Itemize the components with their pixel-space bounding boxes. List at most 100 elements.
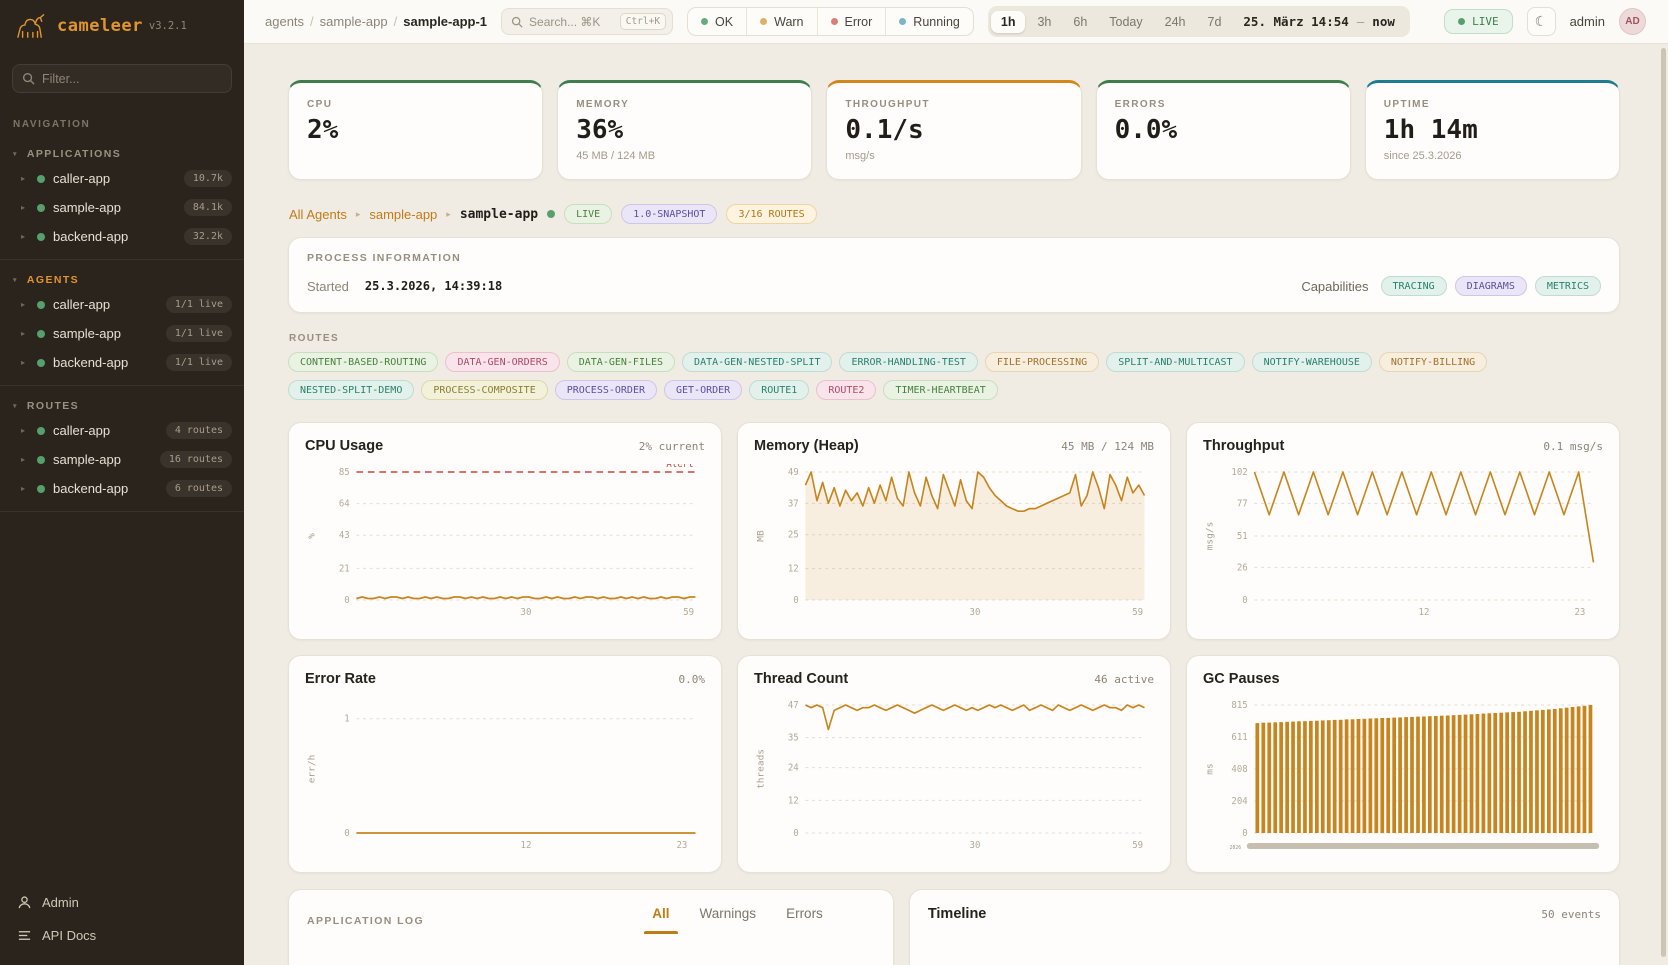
- application-log-title: APPLICATION LOG: [307, 915, 424, 927]
- log-tab-warnings[interactable]: Warnings: [700, 906, 757, 934]
- kpi-label: THROUGHPUT: [845, 99, 1062, 110]
- status-filter-ok[interactable]: OK: [688, 8, 747, 35]
- agent-crumb-all-agents[interactable]: All Agents: [289, 207, 347, 222]
- status-filter-warn[interactable]: Warn: [747, 8, 817, 35]
- route-badge-timer-heartbeat[interactable]: TIMER-HEARTBEAT: [883, 380, 997, 400]
- route-badge-get-order[interactable]: GET-ORDER: [664, 380, 742, 400]
- chart-title: CPU Usage: [305, 438, 383, 454]
- agent-badge-live: LIVE: [564, 204, 612, 224]
- item-label: sample-app: [53, 326, 158, 341]
- chart-title: GC Pauses: [1203, 671, 1280, 687]
- chart-current-value: 0.1 msg/s: [1543, 440, 1603, 453]
- status-filter-running[interactable]: Running: [886, 8, 973, 35]
- route-badge-nested-split-demo[interactable]: NESTED-SPLIT-DEMO: [288, 380, 414, 400]
- app-logo[interactable]: cameleer v3.2.1: [0, 0, 244, 50]
- item-badge: 1/1 live: [166, 354, 232, 371]
- chart-plot-thread-count: 012243547threads3059: [754, 697, 1154, 853]
- status-dot-icon: [37, 485, 45, 493]
- item-label: sample-app: [53, 200, 176, 215]
- avatar[interactable]: AD: [1619, 8, 1646, 35]
- svg-text:815: 815: [1231, 700, 1247, 711]
- vertical-scrollbar[interactable]: [1661, 48, 1666, 957]
- sidebar-section-header-routes[interactable]: ▾ROUTES: [0, 396, 244, 416]
- dark-mode-toggle[interactable]: ☾: [1527, 7, 1556, 36]
- chart-current-value: 45 MB / 124 MB: [1061, 440, 1154, 453]
- route-badge-data-gen-files[interactable]: DATA-GEN-FILES: [567, 352, 675, 372]
- search-icon: [22, 72, 35, 85]
- sidebar-section-header-agents[interactable]: ▾AGENTS: [0, 270, 244, 290]
- breadcrumb-agents[interactable]: agents: [265, 14, 304, 29]
- sidebar-item-agents-caller-app[interactable]: ▸caller-app1/1 live: [0, 290, 244, 319]
- status-filter-label: Running: [913, 15, 960, 29]
- svg-text:12: 12: [521, 840, 532, 851]
- sidebar-item-applications-caller-app[interactable]: ▸caller-app10.7k: [0, 164, 244, 193]
- status-filter-error[interactable]: Error: [818, 8, 887, 35]
- route-badge-notify-billing[interactable]: NOTIFY-BILLING: [1379, 352, 1487, 372]
- search-icon: [511, 16, 523, 28]
- live-toggle[interactable]: LIVE: [1444, 9, 1513, 34]
- chart-card-error-rate: Error Rate0.0%01err/h1223: [288, 655, 722, 873]
- sidebar-item-api-docs[interactable]: API Docs: [13, 922, 231, 949]
- time-range-today[interactable]: Today: [1099, 11, 1152, 33]
- svg-text:47: 47: [788, 700, 799, 711]
- item-label: backend-app: [53, 481, 158, 496]
- log-tab-errors[interactable]: Errors: [786, 906, 823, 934]
- dashboard-content: CPU2%MEMORY36%45 MB / 124 MBTHROUGHPUT0.…: [244, 44, 1668, 965]
- route-badge-content-based-routing[interactable]: CONTENT-BASED-ROUTING: [288, 352, 438, 372]
- app-name: cameleer: [57, 16, 143, 36]
- sidebar-item-admin[interactable]: Admin: [13, 889, 231, 916]
- sidebar-section-header-applications[interactable]: ▾APPLICATIONS: [0, 144, 244, 164]
- sidebar-item-routes-backend-app[interactable]: ▸backend-app6 routes: [0, 474, 244, 503]
- kpi-value: 0.1/s: [845, 116, 1062, 145]
- global-search[interactable]: Search... ⌘K Ctrl+K: [501, 8, 673, 35]
- log-tab-all[interactable]: All: [652, 906, 669, 934]
- time-range-24h[interactable]: 24h: [1155, 11, 1196, 33]
- route-badge-data-gen-orders[interactable]: DATA-GEN-ORDERS: [445, 352, 559, 372]
- time-range-7d[interactable]: 7d: [1198, 11, 1232, 33]
- svg-text:23: 23: [676, 840, 687, 851]
- kpi-row: CPU2%MEMORY36%45 MB / 124 MBTHROUGHPUT0.…: [288, 80, 1620, 180]
- time-display: 25. März 14:54 — now: [1233, 14, 1406, 29]
- sidebar-item-agents-sample-app[interactable]: ▸sample-app1/1 live: [0, 319, 244, 348]
- route-badge-process-composite[interactable]: PROCESS-COMPOSITE: [421, 380, 547, 400]
- route-badge-file-processing[interactable]: FILE-PROCESSING: [985, 352, 1099, 372]
- route-badge-route2[interactable]: ROUTE2: [816, 380, 876, 400]
- sidebar-item-agents-backend-app[interactable]: ▸backend-app1/1 live: [0, 348, 244, 377]
- time-range-3h[interactable]: 3h: [1027, 11, 1061, 33]
- svg-text:MB: MB: [756, 530, 767, 542]
- route-badge-process-order[interactable]: PROCESS-ORDER: [555, 380, 657, 400]
- status-dot-icon: [37, 330, 45, 338]
- agent-crumb-sample-app[interactable]: sample-app: [369, 207, 437, 222]
- route-badge-error-handling-test[interactable]: ERROR-HANDLING-TEST: [839, 352, 977, 372]
- route-badge-split-and-multicast[interactable]: SPLIT-AND-MULTICAST: [1106, 352, 1244, 372]
- route-badge-data-gen-nested-split[interactable]: DATA-GEN-NESTED-SPLIT: [682, 352, 832, 372]
- time-range-1h[interactable]: 1h: [991, 11, 1026, 33]
- time-range-6h[interactable]: 6h: [1063, 11, 1097, 33]
- breadcrumb-app[interactable]: sample-app: [320, 14, 388, 29]
- app-version: v3.2.1: [149, 20, 187, 32]
- breadcrumb: agents/sample-app/sample-app-1: [265, 14, 487, 29]
- capabilities-badges: TRACINGDIAGRAMSMETRICS: [1381, 276, 1601, 296]
- agent-crumb-current: sample-app: [460, 207, 538, 222]
- search-kbd: Ctrl+K: [620, 13, 666, 30]
- chevron-down-icon: ▾: [13, 276, 18, 284]
- sidebar-item-routes-sample-app[interactable]: ▸sample-app16 routes: [0, 445, 244, 474]
- chevron-right-icon: ▸: [21, 329, 29, 338]
- svg-text:24: 24: [788, 762, 799, 773]
- svg-text:43: 43: [339, 530, 350, 541]
- filter-input[interactable]: [42, 72, 222, 86]
- svg-text:59: 59: [683, 607, 694, 618]
- svg-text:2026: 2026: [1230, 845, 1242, 851]
- svg-text:204: 204: [1231, 796, 1248, 807]
- route-badge-route1[interactable]: ROUTE1: [749, 380, 809, 400]
- route-badge-notify-warehouse[interactable]: NOTIFY-WAREHOUSE: [1252, 352, 1372, 372]
- sidebar: cameleer v3.2.1 NAVIGATION ▾APPLICATIONS…: [0, 0, 244, 965]
- sidebar-item-applications-sample-app[interactable]: ▸sample-app84.1k: [0, 193, 244, 222]
- chart-header: Error Rate0.0%: [305, 671, 705, 687]
- kpi-subtext: since 25.3.2026: [1384, 150, 1601, 162]
- sidebar-item-routes-caller-app[interactable]: ▸caller-app4 routes: [0, 416, 244, 445]
- sidebar-item-applications-backend-app[interactable]: ▸backend-app32.2k: [0, 222, 244, 251]
- routes-badge-list: CONTENT-BASED-ROUTING DATA-GEN-ORDERS DATA…: [288, 352, 1528, 400]
- chart-title: Throughput: [1203, 438, 1284, 454]
- svg-text:%: %: [307, 533, 318, 539]
